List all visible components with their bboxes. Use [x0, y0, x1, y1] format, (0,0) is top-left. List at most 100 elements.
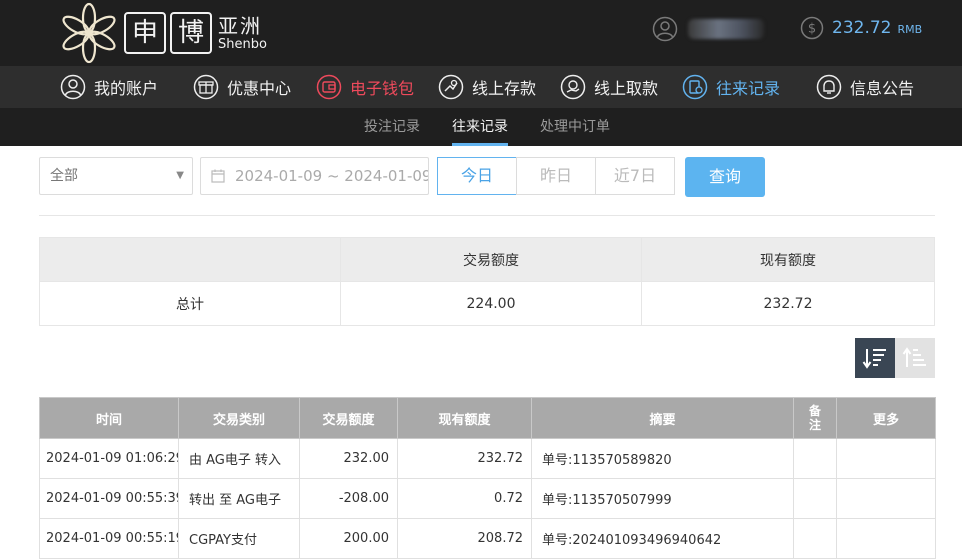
nav-label: 我的账户 — [94, 79, 159, 98]
cell-time: 2024-01-09 01:06:29 — [39, 438, 179, 479]
col-header-balance[interactable]: 现有额度 — [397, 397, 532, 439]
summary-header-blank — [39, 237, 341, 282]
sort-desc-icon — [862, 349, 886, 369]
col-header-type[interactable]: 交易类别 — [178, 397, 300, 439]
tab-bet-records[interactable]: 投注记录 — [364, 108, 420, 146]
cell-amount: 232.00 — [299, 438, 398, 479]
date-range-input[interactable]: 2024-01-09 ~ 2024-01-09 — [200, 157, 429, 195]
cell-balance: 208.72 — [397, 518, 532, 559]
date-range-value: 2024-01-09 ~ 2024-01-09 — [235, 167, 429, 185]
top-bar: 申 博 亚洲 Shenbo $ 232.72 RMB — [0, 0, 962, 66]
balance-display: $ 232.72 RMB — [800, 16, 922, 40]
logo-cn-sub: 亚洲 — [218, 13, 262, 38]
logo-en: Shenbo — [218, 36, 267, 52]
table-row[interactable]: 2024-01-09 00:55:39 转出 至 AG电子 -208.00 0.… — [39, 478, 936, 519]
nav-label: 电子钱包 — [350, 79, 415, 98]
cell-summary: 单号:113570589820 — [531, 438, 794, 479]
sort-descending-button[interactable] — [855, 338, 895, 378]
type-select-value: 全部 — [50, 168, 78, 184]
cell-type: CGPAY支付 — [178, 518, 300, 559]
calendar-icon — [211, 169, 225, 183]
user-avatar-icon — [652, 16, 678, 42]
sub-nav: 投注记录 往来记录 处理中订单 — [0, 108, 962, 146]
sort-ascending-button[interactable] — [895, 338, 935, 378]
deposit-icon — [438, 74, 464, 100]
cell-more[interactable] — [836, 518, 936, 559]
svg-text:$: $ — [808, 22, 816, 37]
dollar-icon: $ — [800, 16, 824, 40]
nav-my-account[interactable]: 我的账户 — [60, 66, 158, 108]
logo-char-1: 申 — [124, 12, 166, 54]
col-header-summary[interactable]: 摘要 — [531, 397, 794, 439]
nav-label: 信息公告 — [850, 79, 915, 98]
col-header-remark[interactable]: 备注 — [793, 397, 837, 439]
user-icon — [60, 74, 86, 100]
username-redacted — [688, 19, 764, 39]
cell-time: 2024-01-09 00:55:19 — [39, 518, 179, 559]
nav-label: 线上存款 — [472, 79, 537, 98]
cell-remark — [793, 438, 837, 479]
nav-online-deposit[interactable]: 线上存款 — [438, 66, 536, 108]
nav-transaction-records[interactable]: 往来记录 — [682, 66, 780, 108]
col-header-amount[interactable]: 交易额度 — [299, 397, 398, 439]
bell-icon — [816, 74, 842, 100]
summary-row: 总计 224.00 232.72 — [39, 281, 935, 326]
cell-balance: 0.72 — [397, 478, 532, 519]
wallet-icon — [316, 74, 342, 100]
logo[interactable]: 申 博 亚洲 Shenbo — [58, 2, 267, 64]
summary-header-transaction-amount: 交易额度 — [340, 237, 642, 282]
summary-table: 交易额度 现有额度 总计 224.00 232.72 — [39, 237, 935, 326]
table-row[interactable]: 2024-01-09 01:06:29 由 AG电子 转入 232.00 232… — [39, 438, 936, 479]
cell-remark — [793, 518, 837, 559]
last-7-days-button[interactable]: 近7日 — [595, 157, 675, 195]
cell-remark — [793, 478, 837, 519]
nav-label: 往来记录 — [716, 79, 781, 98]
withdraw-icon — [560, 74, 586, 100]
cell-amount: 200.00 — [299, 518, 398, 559]
summary-transaction-total: 224.00 — [340, 281, 642, 326]
logo-text: 亚洲 Shenbo — [218, 16, 267, 51]
cell-more[interactable] — [836, 478, 936, 519]
col-header-time[interactable]: 时间 — [39, 397, 179, 439]
summary-current-balance: 232.72 — [641, 281, 935, 326]
cell-type: 转出 至 AG电子 — [178, 478, 300, 519]
table-row[interactable]: 2024-01-09 00:55:19 CGPAY支付 200.00 208.7… — [39, 518, 936, 559]
today-button[interactable]: 今日 — [437, 157, 517, 195]
sort-asc-icon — [902, 347, 926, 367]
gift-icon — [193, 74, 219, 100]
chevron-down-icon: ▼ — [176, 170, 184, 181]
user-area[interactable] — [652, 16, 764, 42]
records-table: 时间 交易类别 交易额度 现有额度 摘要 备注 更多 2024-01-09 01… — [39, 397, 936, 559]
flower-logo-icon — [62, 2, 116, 64]
logo-char-2: 博 — [170, 12, 212, 54]
divider — [39, 215, 935, 216]
nav-online-withdraw[interactable]: 线上取款 — [560, 66, 658, 108]
cell-summary: 单号:113570507999 — [531, 478, 794, 519]
nav-label: 线上取款 — [594, 79, 659, 98]
cell-more[interactable] — [836, 438, 936, 479]
cell-time: 2024-01-09 00:55:39 — [39, 478, 179, 519]
cell-type: 由 AG电子 转入 — [178, 438, 300, 479]
sort-toggle — [855, 338, 935, 378]
records-header-row: 时间 交易类别 交易额度 现有额度 摘要 备注 更多 — [39, 397, 936, 439]
cell-amount: -208.00 — [299, 478, 398, 519]
tab-pending-orders[interactable]: 处理中订单 — [540, 108, 610, 146]
balance-unit: RMB — [897, 23, 923, 36]
nav-e-wallet[interactable]: 电子钱包 — [316, 66, 414, 108]
cell-balance: 232.72 — [397, 438, 532, 479]
summary-header-row: 交易额度 现有额度 — [39, 237, 935, 282]
main-nav: 我的账户 优惠中心 电子钱包 线上存款 线上取款 往来记录 信息公告 — [0, 66, 962, 108]
cell-summary: 单号:202401093496940642 — [531, 518, 794, 559]
summary-total-label: 总计 — [39, 281, 341, 326]
search-button[interactable]: 查询 — [685, 157, 765, 197]
records-icon — [682, 74, 708, 100]
type-select[interactable]: 全部 ▼ — [39, 157, 193, 195]
nav-announcements[interactable]: 信息公告 — [816, 66, 914, 108]
summary-header-current-balance: 现有额度 — [641, 237, 935, 282]
yesterday-button[interactable]: 昨日 — [516, 157, 596, 195]
balance-amount: 232.72 — [832, 18, 892, 38]
col-header-more[interactable]: 更多 — [836, 397, 936, 439]
nav-promotions[interactable]: 优惠中心 — [193, 66, 291, 108]
nav-label: 优惠中心 — [227, 79, 292, 98]
tab-transaction-records[interactable]: 往来记录 — [452, 108, 508, 146]
